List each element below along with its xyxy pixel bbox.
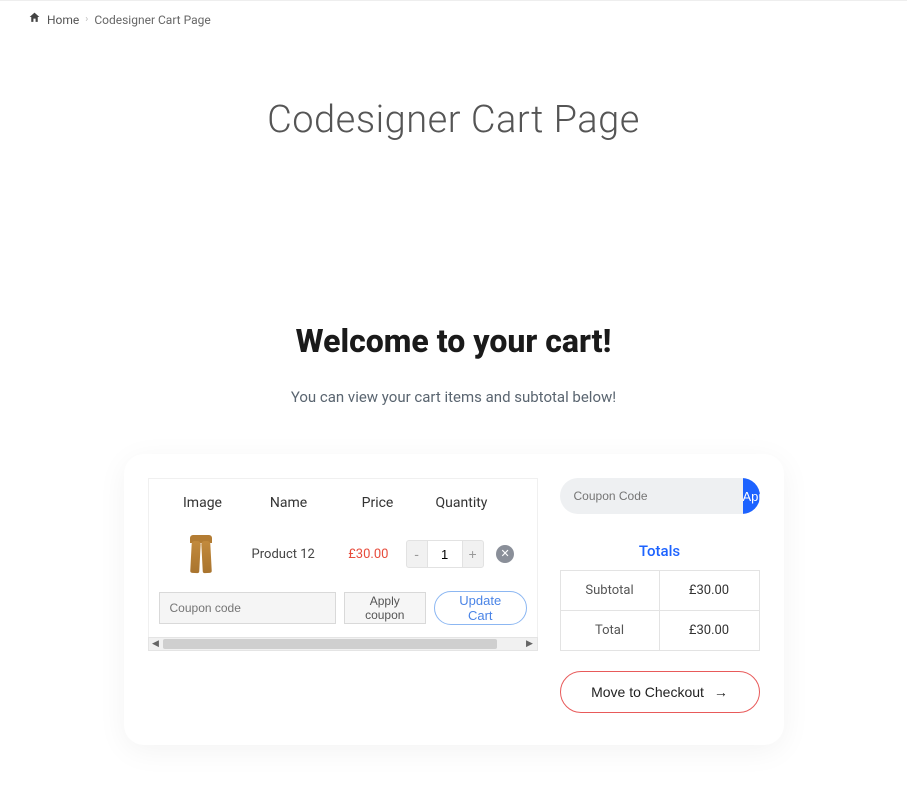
totals-table: Subtotal £30.00 Total £30.00 (560, 570, 760, 651)
product-image[interactable] (189, 535, 213, 573)
col-header-qty: Quantity (417, 495, 507, 511)
update-cart-button[interactable]: Update Cart (434, 591, 526, 625)
chevron-right-icon: › (85, 14, 88, 25)
cart-card: Image Name Price Quantity Product 12 £30… (124, 454, 784, 745)
scroll-thumb[interactable] (163, 639, 498, 649)
cart-left: Image Name Price Quantity Product 12 £30… (148, 478, 538, 651)
breadcrumb-home-link[interactable]: Home (47, 13, 79, 27)
horizontal-scrollbar[interactable]: ◀ ▶ (148, 637, 538, 651)
hero-heading: Welcome to your cart! (0, 322, 907, 360)
qty-increase-button[interactable]: + (462, 540, 484, 568)
page-title: Codesigner Cart Page (0, 98, 907, 142)
cart-table-header: Image Name Price Quantity (149, 479, 537, 529)
hero-subtext: You can view your cart items and subtota… (0, 388, 907, 406)
col-header-image: Image (167, 495, 239, 511)
side-apply-button[interactable]: Apply (743, 478, 760, 514)
total-row: Total £30.00 (561, 611, 759, 651)
qty-input[interactable] (428, 540, 462, 568)
close-icon: ✕ (501, 549, 510, 560)
quantity-stepper: - + (406, 540, 484, 568)
remove-item-button[interactable]: ✕ (496, 545, 514, 563)
cart-actions-row: Apply coupon Update Cart (149, 585, 537, 637)
scroll-track[interactable] (163, 638, 523, 650)
checkout-button[interactable]: Move to Checkout → (560, 671, 760, 713)
col-header-price: Price (339, 495, 417, 511)
qty-decrease-button[interactable]: - (406, 540, 428, 568)
totals-title: Totals (560, 542, 760, 560)
arrow-right-icon: → (714, 684, 728, 700)
coupon-pill: Apply (560, 478, 760, 514)
product-name[interactable]: Product 12 (235, 547, 331, 562)
checkout-label: Move to Checkout (591, 684, 704, 700)
product-price: £30.00 (331, 547, 406, 562)
scroll-left-arrow-icon[interactable]: ◀ (149, 638, 163, 650)
total-label: Total (561, 611, 660, 650)
subtotal-row: Subtotal £30.00 (561, 571, 759, 611)
side-coupon-input[interactable] (560, 478, 743, 514)
coupon-code-input[interactable] (159, 592, 336, 624)
col-header-name: Name (239, 495, 339, 511)
subtotal-value: £30.00 (660, 571, 759, 610)
breadcrumb: Home › Codesigner Cart Page (0, 1, 907, 38)
hero: Welcome to your cart! You can view your … (0, 322, 907, 745)
breadcrumb-current: Codesigner Cart Page (94, 13, 210, 27)
subtotal-label: Subtotal (561, 571, 660, 610)
apply-coupon-button[interactable]: Apply coupon (344, 592, 427, 624)
cart-right: Apply Totals Subtotal £30.00 Total £30.0… (560, 478, 760, 713)
total-value: £30.00 (660, 611, 759, 650)
scroll-right-arrow-icon[interactable]: ▶ (523, 638, 537, 650)
cart-table: Image Name Price Quantity Product 12 £30… (148, 478, 538, 637)
home-icon (28, 11, 41, 28)
table-row: Product 12 £30.00 - + ✕ (149, 529, 537, 585)
